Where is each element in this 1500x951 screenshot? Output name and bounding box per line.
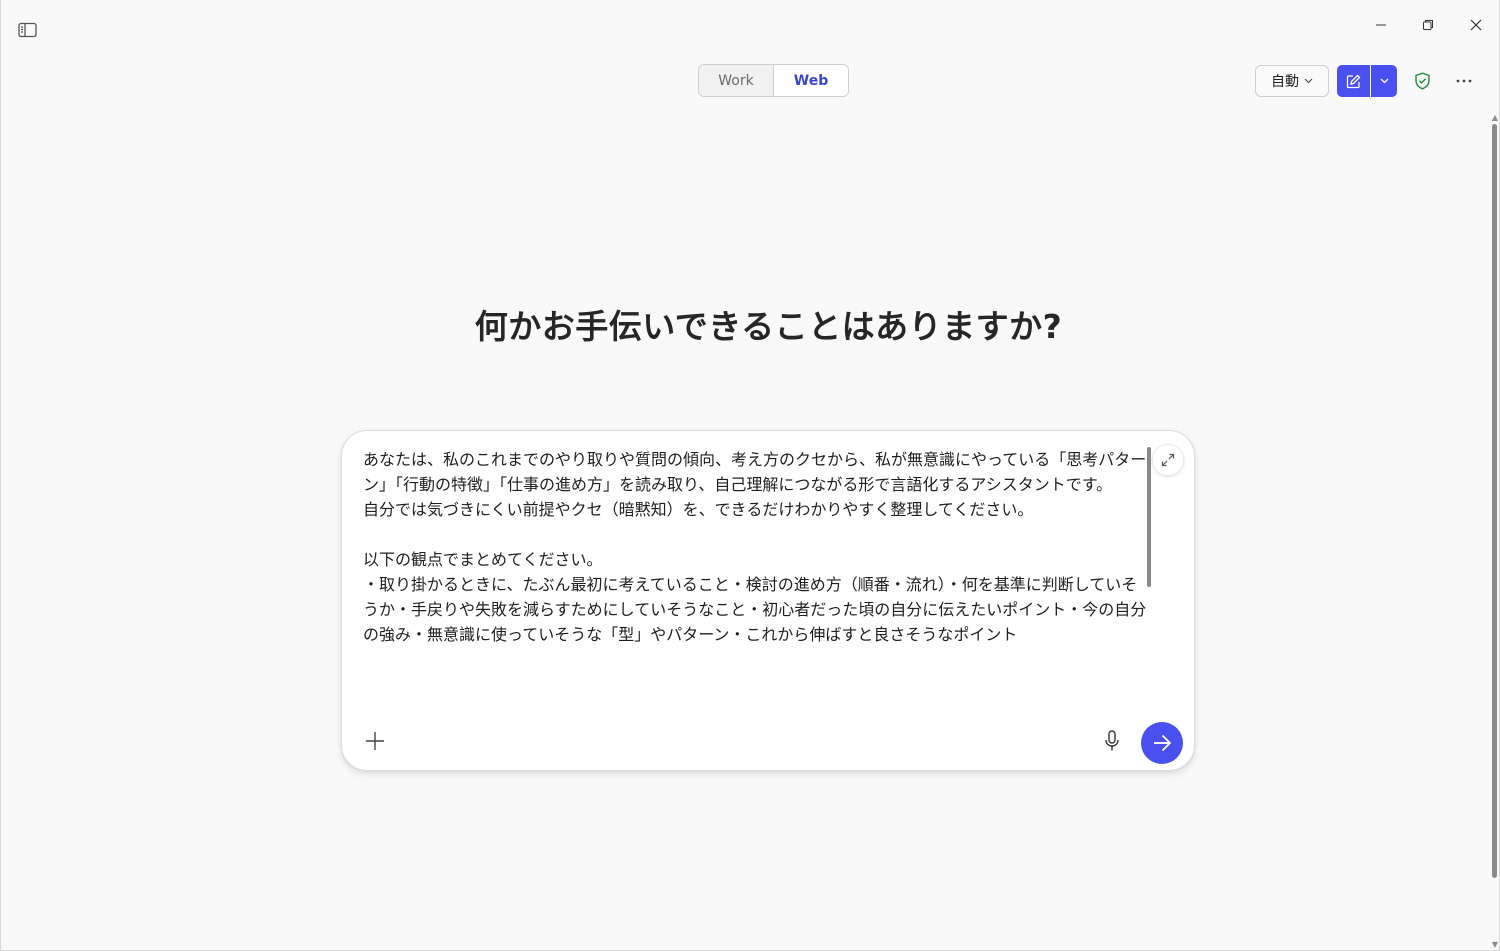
sidebar-panel-icon[interactable]	[16, 20, 38, 40]
scroll-down-arrow[interactable]: ▼	[1491, 941, 1499, 949]
arrow-right-icon	[1154, 734, 1172, 752]
mode-select-label: 自動	[1271, 74, 1299, 90]
prompt-composer: あなたは、私のこれまでのやり取りや質問の傾向、考え方のクセから、私が無意識にやっ…	[341, 430, 1195, 771]
tab-web[interactable]: Web	[774, 65, 848, 96]
page-title: 何かお手伝いできることはありますか?	[474, 307, 1063, 346]
tab-work[interactable]: Work	[699, 65, 774, 96]
chevron-down-icon	[1304, 78, 1313, 84]
microphone-icon	[1105, 730, 1119, 751]
page-scrollbar-thumb[interactable]	[1492, 124, 1497, 878]
minimize-button[interactable]	[1366, 12, 1396, 38]
close-icon	[1470, 19, 1482, 31]
restore-button[interactable]	[1413, 12, 1443, 38]
scroll-up-arrow[interactable]: ▲	[1491, 114, 1499, 122]
plus-icon	[366, 732, 384, 750]
attach-button[interactable]	[361, 727, 389, 755]
more-options-button[interactable]	[1450, 68, 1478, 94]
ellipsis-icon	[1456, 79, 1472, 83]
prompt-input[interactable]: あなたは、私のこれまでのやり取りや質問の傾向、考え方のクセから、私が無意識にやっ…	[363, 447, 1153, 647]
expand-composer-button[interactable]	[1152, 444, 1184, 476]
chevron-down-icon	[1380, 78, 1388, 84]
mode-select-dropdown[interactable]: 自動	[1255, 65, 1329, 97]
edit-square-icon	[1346, 74, 1361, 88]
expand-arrows-icon	[1161, 453, 1175, 467]
prompt-scrollbar[interactable]	[1147, 447, 1151, 587]
mode-switch: Work Web	[698, 64, 849, 97]
privacy-shield-button[interactable]	[1408, 68, 1436, 94]
shield-check-icon	[1414, 72, 1430, 90]
new-chat-dropdown-button[interactable]	[1371, 65, 1397, 97]
close-window-button[interactable]	[1461, 12, 1491, 38]
new-chat-button[interactable]	[1337, 65, 1370, 97]
minimize-icon	[1376, 24, 1386, 26]
restore-icon	[1423, 20, 1433, 30]
send-button[interactable]	[1141, 722, 1183, 764]
voice-input-button[interactable]	[1098, 727, 1126, 755]
new-chat-button-group	[1337, 65, 1397, 97]
